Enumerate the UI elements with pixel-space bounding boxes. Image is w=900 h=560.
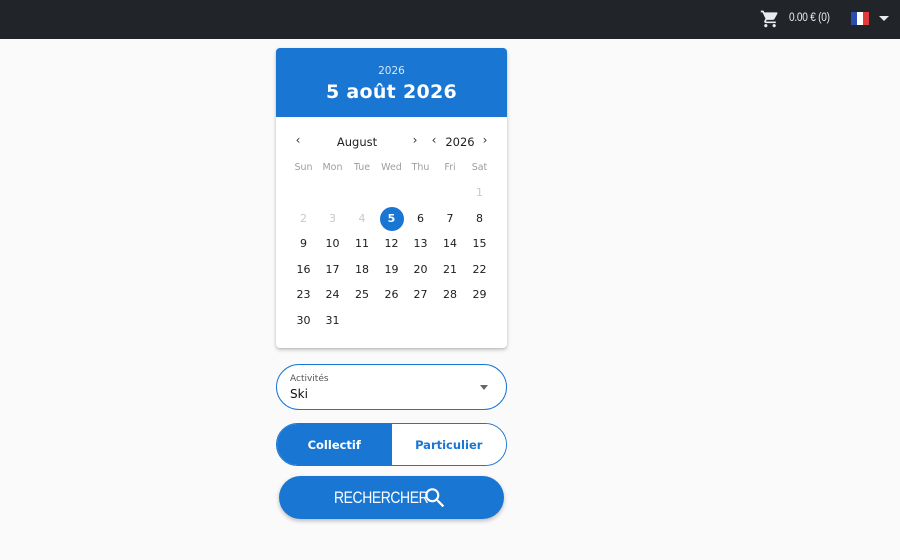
day-25[interactable]: 25 <box>350 283 374 307</box>
weekday-sun: Sun <box>294 162 313 173</box>
day-27[interactable]: 27 <box>409 283 433 307</box>
weekday-thu: Thu <box>411 162 430 173</box>
day-11[interactable]: 11 <box>350 232 374 256</box>
dropdown-arrow-icon <box>480 385 488 390</box>
day-31[interactable]: 31 <box>321 309 345 333</box>
day-1: 1 <box>476 185 483 199</box>
lesson-type-toggle: Collectif Particulier <box>276 423 507 466</box>
shopping-cart-icon[interactable] <box>760 9 780 29</box>
day-10[interactable]: 10 <box>321 232 345 256</box>
toggle-option-particulier[interactable]: Particulier <box>391 424 506 465</box>
date-picker: 2026 5 août 2026 ‹ August › ‹ 2026 › Sun… <box>276 48 507 348</box>
day-13[interactable]: 13 <box>409 232 433 256</box>
france-flag-icon[interactable] <box>851 12 869 25</box>
activity-select-label: Activités <box>290 374 329 384</box>
day-14[interactable]: 14 <box>438 232 462 256</box>
header-selected-date: 5 août 2026 <box>325 81 458 103</box>
weekday-tue: Tue <box>353 162 371 173</box>
day-12[interactable]: 12 <box>380 232 404 256</box>
day-8[interactable]: 8 <box>468 207 492 231</box>
day-21[interactable]: 21 <box>438 258 462 282</box>
next-month-icon[interactable]: › <box>409 134 421 146</box>
search-icon <box>425 488 445 508</box>
day-22[interactable]: 22 <box>468 258 492 282</box>
toggle-option-collectif[interactable]: Collectif <box>277 424 392 465</box>
search-button[interactable]: RECHERCHER <box>279 476 504 519</box>
weekday-wed: Wed <box>381 162 402 173</box>
top-bar: 0.00 € (0) <box>0 0 900 39</box>
weekday-mon: Mon <box>322 162 343 173</box>
day-28[interactable]: 28 <box>438 283 462 307</box>
prev-year-icon[interactable]: ‹ <box>428 134 440 146</box>
weekday-fri: Fri <box>444 162 456 173</box>
day-23[interactable]: 23 <box>292 283 316 307</box>
day-9[interactable]: 9 <box>292 232 316 256</box>
day-18[interactable]: 18 <box>350 258 374 282</box>
month-label[interactable]: August <box>324 135 390 149</box>
cart-summary[interactable]: 0.00 € (0) <box>789 12 830 24</box>
day-29[interactable]: 29 <box>468 283 492 307</box>
day-16[interactable]: 16 <box>292 258 316 282</box>
day-6[interactable]: 6 <box>409 207 433 231</box>
day-4: 4 <box>358 211 366 225</box>
day-2: 2 <box>300 211 307 225</box>
day-15[interactable]: 15 <box>468 232 492 256</box>
search-button-label: RECHERCHER <box>334 488 429 507</box>
next-year-icon[interactable]: › <box>479 134 491 146</box>
chevron-down-icon[interactable] <box>879 16 889 21</box>
day-20[interactable]: 20 <box>409 258 433 282</box>
day-30[interactable]: 30 <box>292 309 316 333</box>
year-label[interactable]: 2026 <box>442 135 478 149</box>
day-7[interactable]: 7 <box>438 207 462 231</box>
weekday-sat: Sat <box>471 162 488 173</box>
day-5[interactable]: 5 <box>379 206 404 231</box>
day-17[interactable]: 17 <box>321 258 345 282</box>
header-year[interactable]: 2026 <box>276 65 507 77</box>
activity-select[interactable]: Activités Ski <box>276 364 507 410</box>
day-19[interactable]: 19 <box>380 258 404 282</box>
day-3: 3 <box>329 211 336 225</box>
day-26[interactable]: 26 <box>380 283 404 307</box>
date-picker-header: 2026 5 août 2026 <box>276 48 507 117</box>
day-24[interactable]: 24 <box>321 283 345 307</box>
prev-month-icon[interactable]: ‹ <box>292 134 304 146</box>
activity-select-value: Ski <box>290 387 308 401</box>
